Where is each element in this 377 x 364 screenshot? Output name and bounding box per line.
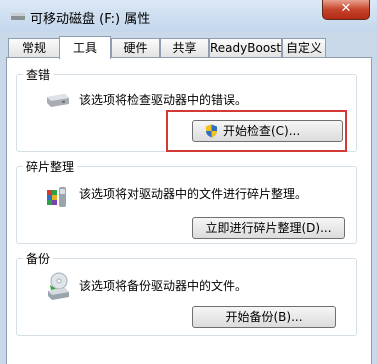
backup-group: 备份 该选项将备份驱动器中的文件。 开始备份(B)... bbox=[16, 250, 357, 336]
window-title: 可移动磁盘 (F:) 属性 bbox=[30, 12, 151, 27]
tab-readyboost[interactable]: ReadyBoost bbox=[209, 38, 282, 58]
highlight-box bbox=[166, 110, 347, 152]
title-bar: 可移动磁盘 (F:) 属性 ✕ bbox=[0, 0, 377, 32]
close-button[interactable]: ✕ bbox=[322, 0, 370, 20]
error-check-title: 查错 bbox=[23, 66, 54, 83]
backup-title: 备份 bbox=[23, 250, 54, 267]
backup-icon bbox=[48, 272, 69, 300]
tab-hardware[interactable]: 硬件 bbox=[111, 38, 160, 58]
tools-panel: 查错 该选项将检查驱动器中的错误。 开始检查(C)... 碎片整理 该选项将对驱… bbox=[6, 57, 372, 364]
drive-check-icon bbox=[47, 94, 69, 107]
tab-general[interactable]: 常规 bbox=[8, 38, 60, 58]
defrag-desc: 该选项将对驱动器中的文件进行碎片整理。 bbox=[79, 187, 308, 201]
defrag-title: 碎片整理 bbox=[23, 158, 78, 175]
removable-drive-icon bbox=[11, 13, 25, 20]
backup-desc: 该选项将备份驱动器中的文件。 bbox=[79, 279, 248, 293]
defrag-now-button[interactable]: 立即进行碎片整理(D)... bbox=[192, 217, 345, 239]
defrag-group: 碎片整理 该选项将对驱动器中的文件进行碎片整理。 立即进行碎片整理(D)... bbox=[16, 158, 357, 244]
tab-customize[interactable]: 自定义 bbox=[282, 38, 326, 58]
error-check-desc: 该选项将检查驱动器中的错误。 bbox=[79, 93, 248, 107]
start-backup-button[interactable]: 开始备份(B)... bbox=[192, 306, 336, 328]
tab-sharing[interactable]: 共享 bbox=[160, 38, 209, 58]
tab-strip: 常规 工具 硬件 共享 ReadyBoost 自定义 bbox=[0, 36, 377, 59]
defrag-icon bbox=[47, 187, 66, 207]
tab-tools[interactable]: 工具 bbox=[59, 36, 111, 59]
